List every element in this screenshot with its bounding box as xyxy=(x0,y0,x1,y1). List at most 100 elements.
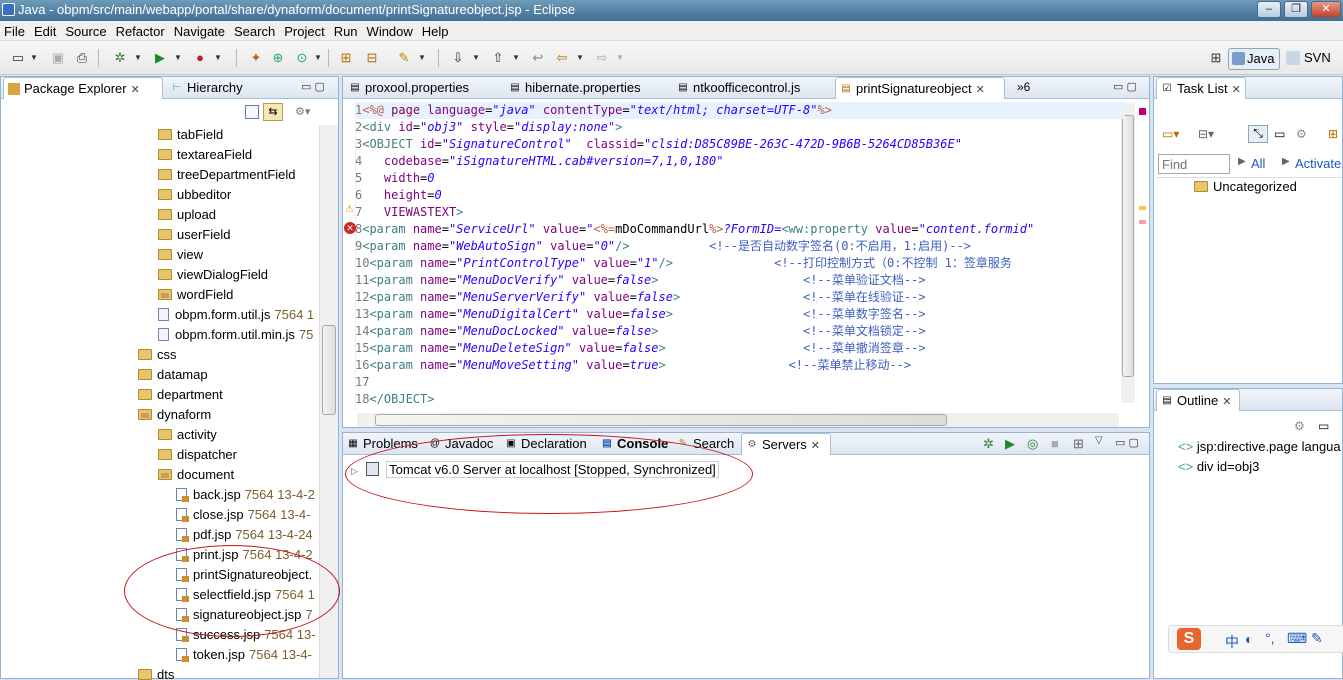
code-line[interactable]: 13<param name="MenuDigitalCert" value=fa… xyxy=(355,306,1125,323)
code-line[interactable]: 6 height=0 xyxy=(355,187,1125,204)
tree-folder-item[interactable]: userField xyxy=(158,225,230,245)
next-annotation-icon[interactable]: ⇩ xyxy=(450,50,466,66)
tree-folder-item[interactable]: wordField xyxy=(158,285,233,305)
editor-minmax-controls[interactable]: ▭ ▢ xyxy=(1113,80,1137,93)
tree-folder-item[interactable]: view xyxy=(158,245,203,265)
ime-toolbar[interactable]: S 中 ◐ °, ⌨ ✎ xyxy=(1168,625,1343,653)
new-java-project-icon[interactable]: ✦ xyxy=(248,50,264,66)
close-icon[interactable]: ✕ xyxy=(976,84,985,96)
tree-folder-item[interactable]: dts xyxy=(138,665,174,680)
tree-folder-item[interactable]: department xyxy=(138,385,223,405)
view-minmax-controls[interactable]: ▭ ▢ xyxy=(301,80,325,93)
menu-project[interactable]: Project xyxy=(280,21,328,40)
tree-folder-item[interactable]: treeDepartmentField xyxy=(158,165,296,185)
collapse-all-icon[interactable] xyxy=(245,105,259,119)
search-tool-icon[interactable]: ✎ xyxy=(396,50,412,66)
tab-printsignatureobject[interactable]: ▤ printSignatureobject ✕ xyxy=(835,77,1005,99)
tree-folder-item[interactable]: document xyxy=(158,465,234,485)
tree-folder-item[interactable]: css xyxy=(138,345,177,365)
menu-window[interactable]: Window xyxy=(363,21,417,40)
repository-icon[interactable]: ⊞ xyxy=(1328,127,1338,141)
tree-file-item[interactable]: back.jsp 7564 13-4-2 xyxy=(176,485,315,505)
error-marker[interactable] xyxy=(1139,108,1146,115)
code-line[interactable]: 5 width=0 xyxy=(355,170,1125,187)
view-menu-icon[interactable]: ⚙▾ xyxy=(295,105,310,118)
save-icon[interactable]: ▣ xyxy=(50,50,66,66)
tree-file-item[interactable]: token.jsp 7564 13-4- xyxy=(176,645,312,665)
code-line[interactable]: 9<param name="WebAutoSign" value="0"/> <… xyxy=(355,238,1125,255)
tools-icon[interactable]: ✎ xyxy=(1311,630,1323,647)
ime-language-indicator[interactable]: 中 xyxy=(1225,632,1239,652)
prev-annotation-dropdown-icon[interactable]: ▼ xyxy=(508,50,524,66)
open-perspective-icon[interactable]: ⊞ xyxy=(1208,50,1224,66)
new-package-icon[interactable]: ⊕ xyxy=(270,50,286,66)
tree-folder-item[interactable]: ubbeditor xyxy=(158,185,231,205)
forward-dropdown-icon[interactable]: ▼ xyxy=(612,50,628,66)
run-dropdown-icon[interactable]: ▼ xyxy=(170,50,186,66)
all-filter-link[interactable]: All xyxy=(1251,156,1265,171)
new-dropdown-icon[interactable]: ▼ xyxy=(26,50,42,66)
open-task-icon[interactable]: ⊟ xyxy=(364,50,380,66)
task-find-input[interactable] xyxy=(1158,154,1230,174)
code-line[interactable]: 1<%@ page language="java" contentType="t… xyxy=(355,102,1125,119)
debug-server-icon[interactable]: ✲ xyxy=(983,436,994,452)
tree-folder-item[interactable]: textareaField xyxy=(158,145,252,165)
menu-source[interactable]: Source xyxy=(61,21,110,40)
close-icon[interactable]: ✕ xyxy=(1232,84,1241,96)
servers-minmax-controls[interactable]: ▭ ▢ xyxy=(1115,436,1139,449)
tree-folder-item[interactable]: tabField xyxy=(158,125,223,145)
menu-search[interactable]: Search xyxy=(230,21,279,40)
code-line[interactable]: 4 codebase="iSignatureHTML.cab#version=7… xyxy=(355,153,1125,170)
collapse-all-icon[interactable]: ▭ xyxy=(1318,419,1329,433)
tab-outline[interactable]: ▤ Outline ✕ xyxy=(1156,389,1240,411)
tab-hierarchy[interactable]: ⊢ Hierarchy xyxy=(167,77,287,99)
tree-folder-item[interactable]: datamap xyxy=(138,365,208,385)
java-perspective-button[interactable]: Java xyxy=(1228,48,1280,70)
svn-perspective-button[interactable]: SVN xyxy=(1284,48,1331,70)
code-line[interactable]: 15<param name="MenuDeleteSign" value=fal… xyxy=(355,340,1125,357)
forward-icon[interactable]: ⇨ xyxy=(594,50,610,66)
open-type-icon[interactable]: ⊞ xyxy=(338,50,354,66)
tree-folder-item[interactable]: upload xyxy=(158,205,216,225)
more-editors-indicator[interactable]: »6 xyxy=(1017,80,1030,94)
next-annotation-dropdown-icon[interactable]: ▼ xyxy=(468,50,484,66)
tree-folder-item[interactable]: dynaform xyxy=(138,405,211,425)
menu-file[interactable]: File xyxy=(0,21,29,40)
close-icon[interactable]: ✕ xyxy=(1222,396,1231,408)
code-line[interactable]: 3<OBJECT id="SignatureControl" classid="… xyxy=(355,136,1125,153)
debug-dropdown-icon[interactable]: ▼ xyxy=(130,50,146,66)
close-window-button[interactable]: ✕ xyxy=(1311,1,1341,18)
warning-marker[interactable] xyxy=(1139,206,1146,210)
outline-settings-icon[interactable]: ⚙ xyxy=(1294,419,1305,433)
code-line[interactable]: 8<param name="ServiceUrl" value="<%=mDoC… xyxy=(355,221,1125,238)
code-line[interactable]: 10<param name="PrintControlType" value="… xyxy=(355,255,1125,272)
tab-hibernate-properties[interactable]: ▤ hibernate.properties xyxy=(505,77,665,99)
tree-folder-item[interactable]: viewDialogField xyxy=(158,265,268,285)
code-line[interactable]: 7 VIEWASTEXT> xyxy=(355,204,1125,221)
tree-file-item[interactable]: close.jsp 7564 13-4- xyxy=(176,505,310,525)
print-icon[interactable]: ⎙ xyxy=(74,50,90,66)
tree-file-item[interactable]: obpm.form.util.js 7564 1 xyxy=(158,305,314,325)
code-line[interactable]: 17 xyxy=(355,374,1125,391)
code-line[interactable]: 2<div id="obj3" style="display:none"> xyxy=(355,119,1125,136)
external-dropdown-icon[interactable]: ▼ xyxy=(210,50,226,66)
code-line[interactable]: 12<param name="MenuServerVerify" value=f… xyxy=(355,289,1125,306)
outline-item-div[interactable]: <> div id=obj3 xyxy=(1178,459,1259,474)
code-line[interactable]: 16<param name="MenuMoveSetting" value=tr… xyxy=(355,357,1125,374)
activate-link[interactable]: Activate... xyxy=(1295,156,1343,171)
minimize-button[interactable]: ‒ xyxy=(1257,1,1281,18)
stop-server-icon[interactable]: ■ xyxy=(1051,436,1059,451)
new-icon[interactable]: ▭ xyxy=(10,50,26,66)
code-line[interactable]: 11<param name="MenuDocVerify" value=fals… xyxy=(355,272,1125,289)
menu-help[interactable]: Help xyxy=(418,21,453,40)
tree-folder-item[interactable]: activity xyxy=(158,425,217,445)
code-line[interactable]: 18</OBJECT> xyxy=(355,391,1125,408)
focus-icon[interactable]: ⤡ xyxy=(1248,125,1268,143)
tab-servers[interactable]: ⚙ Servers ✕ xyxy=(741,433,831,455)
tree-folder-item[interactable]: dispatcher xyxy=(158,445,237,465)
profile-server-icon[interactable]: ◎ xyxy=(1027,436,1038,452)
uncategorized-item[interactable]: Uncategorized xyxy=(1194,179,1297,194)
sync-icon[interactable]: ⚙ xyxy=(1296,127,1307,141)
editor-horizontal-scrollbar[interactable] xyxy=(357,413,1119,427)
close-icon[interactable]: ✕ xyxy=(811,440,820,452)
